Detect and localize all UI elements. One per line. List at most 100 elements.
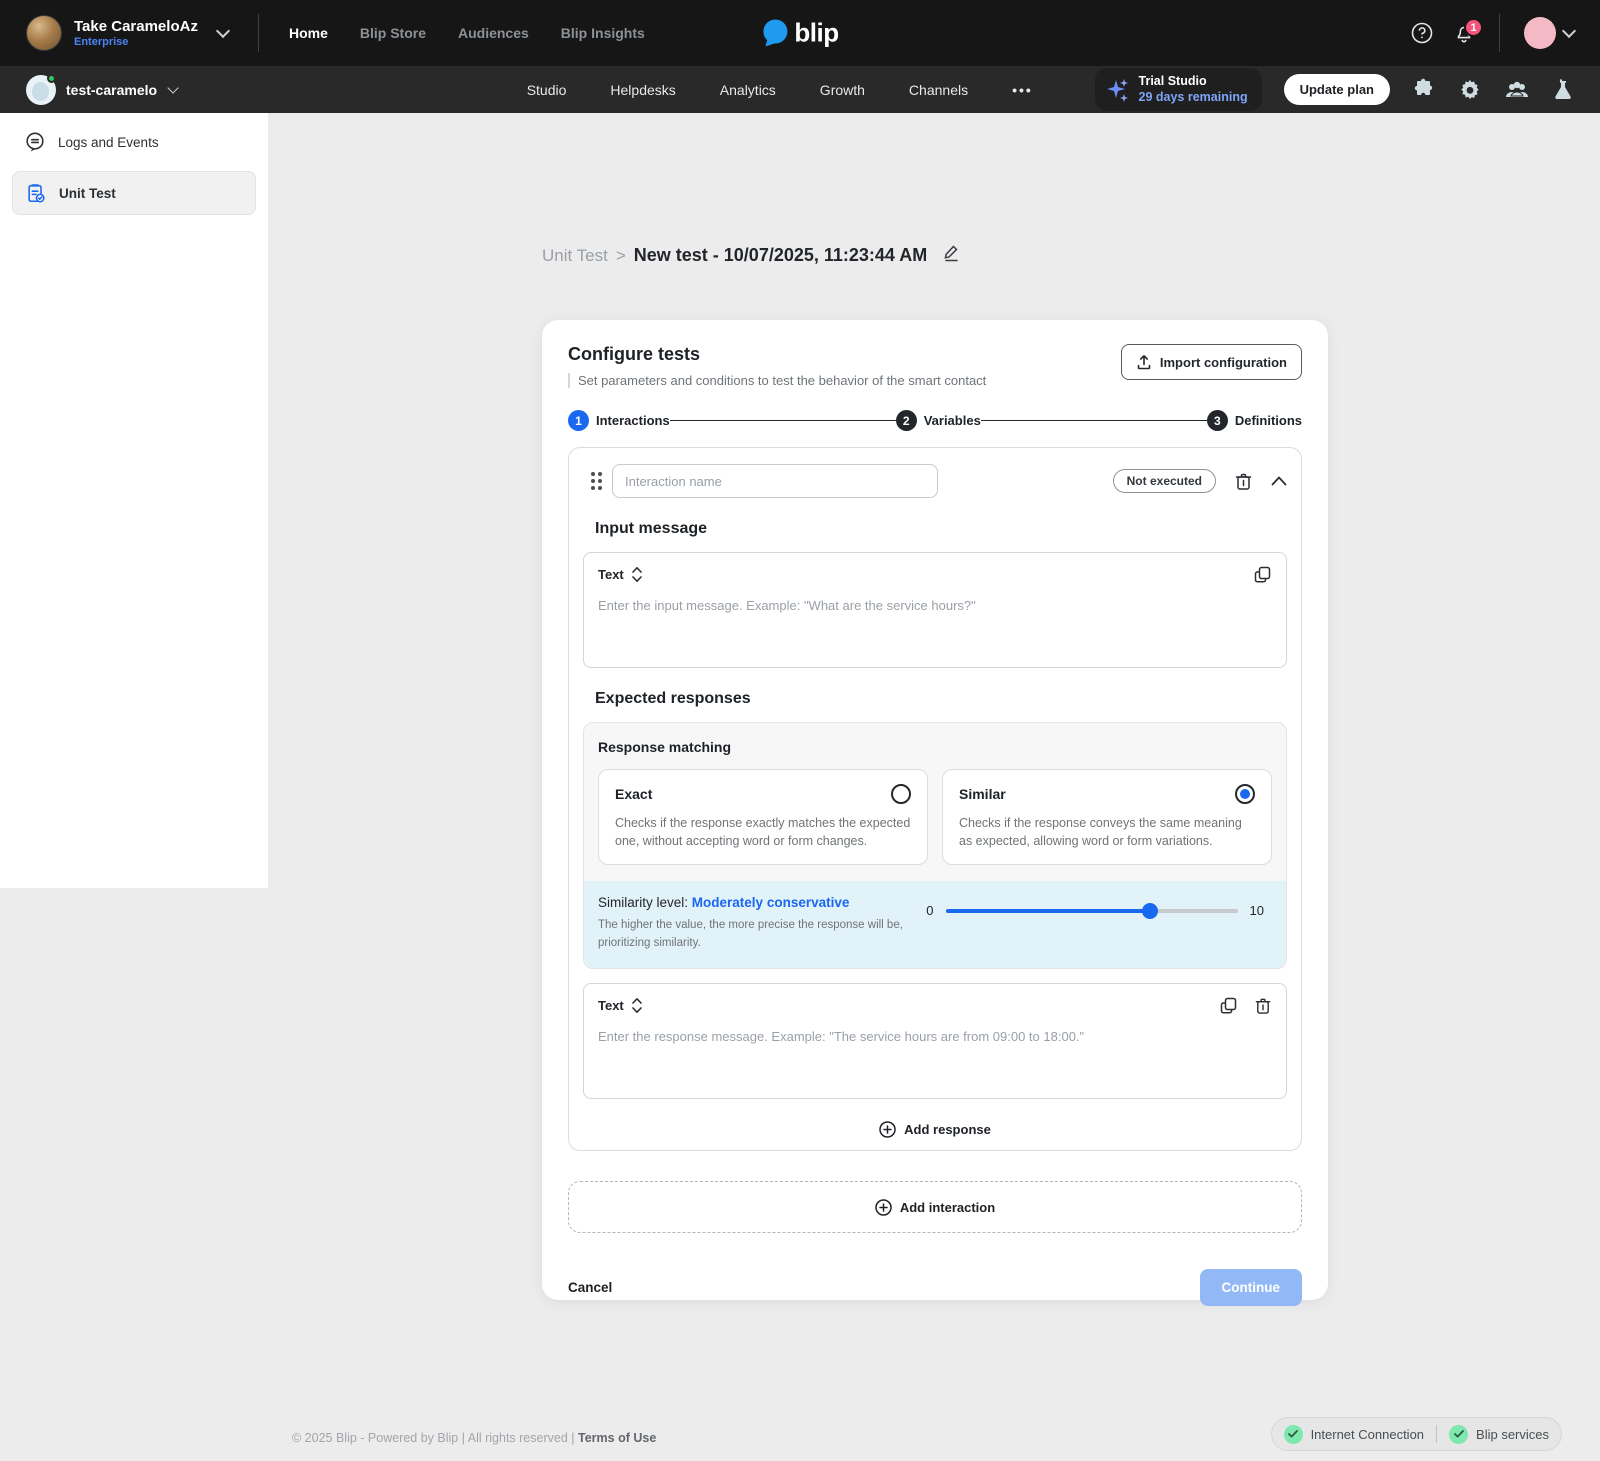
- edit-title-button[interactable]: [941, 243, 961, 268]
- bot-avatar: [26, 75, 56, 105]
- cancel-button[interactable]: Cancel: [568, 1280, 612, 1295]
- similarity-value-link[interactable]: Moderately conservative: [692, 895, 850, 910]
- interaction-name-input[interactable]: [612, 464, 938, 498]
- slider-thumb[interactable]: [1142, 903, 1158, 919]
- breadcrumb-separator: >: [616, 246, 626, 266]
- notification-badge: 1: [1464, 18, 1483, 37]
- nav-blip-store[interactable]: Blip Store: [360, 25, 426, 41]
- option-label: Similar: [959, 786, 1006, 802]
- top-navigation-bar: Take CarameloAz Enterprise Home Blip Sto…: [0, 0, 1600, 66]
- unit-test-clipboard-icon: [25, 182, 47, 204]
- copy-icon[interactable]: [1253, 565, 1272, 584]
- radio-unchecked[interactable]: [891, 784, 911, 804]
- connection-status-bar: Internet Connection Blip services: [1271, 1417, 1562, 1451]
- interaction-panel: Not executed Input message Text: [568, 447, 1302, 1151]
- slider-max-label: 10: [1250, 903, 1264, 918]
- puzzle-icon[interactable]: [1412, 78, 1436, 102]
- response-type-value: Text: [598, 998, 624, 1013]
- option-similar[interactable]: Similar Checks if the response conveys t…: [942, 769, 1272, 865]
- blip-services-label: Blip services: [1476, 1427, 1549, 1442]
- option-description: Checks if the response conveys the same …: [959, 814, 1255, 850]
- blip-balloon-icon: [761, 18, 789, 48]
- terms-of-use-link[interactable]: Terms of Use: [578, 1431, 656, 1445]
- option-exact[interactable]: Exact Checks if the response exactly mat…: [598, 769, 928, 865]
- plus-circle-icon: [879, 1121, 896, 1138]
- sort-chevrons-icon: [631, 997, 643, 1014]
- step-definitions[interactable]: 3 Definitions: [1207, 410, 1302, 431]
- sidebar-item-label: Logs and Events: [58, 135, 159, 150]
- pencil-icon: [941, 243, 961, 263]
- gear-icon[interactable]: [1458, 78, 1482, 102]
- add-interaction-button[interactable]: Add interaction: [875, 1199, 995, 1216]
- drag-handle[interactable]: [591, 472, 602, 490]
- help-icon: [1411, 22, 1433, 44]
- nav-more-menu[interactable]: •••: [1012, 82, 1033, 98]
- help-button[interactable]: [1411, 22, 1433, 44]
- blip-services-status: Blip services: [1449, 1425, 1549, 1444]
- nav-studio[interactable]: Studio: [527, 82, 567, 98]
- breadcrumb-parent[interactable]: Unit Test: [542, 246, 608, 266]
- sparkle-icon: [1105, 77, 1131, 103]
- step-number: 3: [1207, 410, 1228, 431]
- response-message-box: Text: [583, 983, 1287, 1099]
- collapse-chevron-icon[interactable]: [1271, 476, 1287, 486]
- sidebar-item-logs-and-events[interactable]: Logs and Events: [12, 121, 256, 163]
- trial-status: Trial Studio 29 days remaining: [1095, 68, 1262, 111]
- bot-switcher[interactable]: test-caramelo: [26, 75, 177, 105]
- online-status-dot: [47, 74, 56, 83]
- sidebar-item-unit-test[interactable]: Unit Test: [12, 171, 256, 215]
- delete-interaction-icon[interactable]: [1234, 471, 1253, 491]
- org-plan-label: Enterprise: [74, 36, 198, 48]
- configure-tests-card: Configure tests Set parameters and condi…: [542, 320, 1328, 1300]
- nav-audiences[interactable]: Audiences: [458, 25, 529, 41]
- card-subtitle: Set parameters and conditions to test th…: [568, 373, 986, 388]
- org-switcher[interactable]: Take CarameloAz Enterprise: [26, 15, 228, 51]
- nav-channels[interactable]: Channels: [909, 82, 968, 98]
- divider: [1499, 14, 1500, 52]
- step-variables[interactable]: 2 Variables: [896, 410, 981, 431]
- similarity-slider[interactable]: [946, 909, 1238, 913]
- nav-home[interactable]: Home: [289, 25, 328, 41]
- response-type-select[interactable]: Text: [598, 997, 643, 1014]
- upload-icon: [1136, 354, 1152, 370]
- status-badge: Not executed: [1113, 469, 1216, 493]
- nav-blip-insights[interactable]: Blip Insights: [561, 25, 645, 41]
- slider-fill: [946, 909, 1150, 913]
- step-number: 1: [568, 410, 589, 431]
- blip-logo: blip: [761, 18, 838, 49]
- bot-nav: Studio Helpdesks Analytics Growth Channe…: [527, 66, 1033, 113]
- add-response-label: Add response: [904, 1122, 991, 1137]
- radio-checked[interactable]: [1235, 784, 1255, 804]
- notifications-button[interactable]: 1: [1453, 22, 1475, 44]
- nav-growth[interactable]: Growth: [820, 82, 865, 98]
- add-interaction-label: Add interaction: [900, 1200, 995, 1215]
- user-menu[interactable]: [1524, 17, 1574, 49]
- input-message-box: Text: [583, 552, 1287, 668]
- similarity-section: Similarity level: Moderately conservativ…: [584, 881, 1286, 968]
- card-title: Configure tests: [568, 344, 986, 365]
- flask-icon[interactable]: [1552, 78, 1574, 102]
- stepper: 1 Interactions 2 Variables 3 Definitions: [568, 410, 1302, 431]
- add-response-button[interactable]: Add response: [879, 1121, 991, 1138]
- divider: [1436, 1425, 1437, 1443]
- delete-response-icon[interactable]: [1254, 996, 1272, 1015]
- step-interactions[interactable]: 1 Interactions: [568, 410, 670, 431]
- sidebar-item-label: Unit Test: [59, 186, 116, 201]
- nav-analytics[interactable]: Analytics: [720, 82, 776, 98]
- continue-button[interactable]: Continue: [1200, 1269, 1303, 1306]
- input-type-select[interactable]: Text: [598, 566, 643, 583]
- add-interaction-area[interactable]: Add interaction: [568, 1181, 1302, 1233]
- input-message-textarea[interactable]: [598, 598, 1272, 650]
- page-title: New test - 10/07/2025, 11:23:44 AM: [634, 245, 928, 266]
- response-message-textarea[interactable]: [598, 1029, 1272, 1081]
- similarity-description: The higher the value, the more precise t…: [598, 917, 918, 952]
- copy-icon[interactable]: [1219, 996, 1238, 1015]
- import-configuration-button[interactable]: Import configuration: [1121, 344, 1302, 380]
- update-plan-button[interactable]: Update plan: [1284, 74, 1390, 105]
- users-icon[interactable]: [1504, 78, 1530, 102]
- org-avatar: [26, 15, 62, 51]
- input-message-title: Input message: [595, 520, 1287, 538]
- nav-helpdesks[interactable]: Helpdesks: [610, 82, 675, 98]
- import-configuration-label: Import configuration: [1160, 355, 1287, 370]
- response-matching-title: Response matching: [598, 739, 1272, 755]
